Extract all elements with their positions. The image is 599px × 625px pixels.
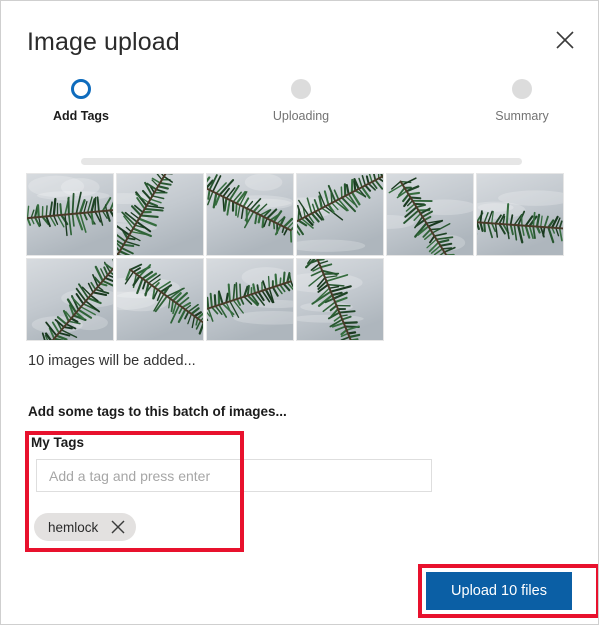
- image-thumbnail-grid: [26, 173, 571, 341]
- progress-stepper: Add Tags Uploading Summary: [1, 73, 598, 165]
- close-button[interactable]: [548, 23, 582, 57]
- stepper-step-uploading[interactable]: Uploading: [231, 73, 371, 123]
- images-count-text: 10 images will be added...: [28, 353, 196, 369]
- stepper-step-add-tags[interactable]: Add Tags: [11, 73, 151, 123]
- close-icon: [555, 30, 575, 50]
- image-thumbnail[interactable]: [476, 173, 564, 256]
- image-thumbnail[interactable]: [296, 173, 384, 256]
- tag-input[interactable]: [36, 459, 432, 492]
- image-thumbnail[interactable]: [386, 173, 474, 256]
- stepper-dot-uploading: [231, 73, 371, 105]
- image-thumbnail[interactable]: [116, 173, 204, 256]
- tags-field-label: My Tags: [31, 435, 85, 450]
- image-thumbnail[interactable]: [26, 258, 114, 341]
- image-thumbnail[interactable]: [206, 258, 294, 341]
- image-thumbnail[interactable]: [26, 173, 114, 256]
- stepper-track: [81, 158, 522, 165]
- page-title: Image upload: [27, 28, 180, 56]
- stepper-label-add-tags: Add Tags: [52, 109, 110, 123]
- stepper-dot-summary: [452, 73, 592, 105]
- tag-chip-remove-icon[interactable]: [108, 517, 128, 537]
- tag-chip-label: hemlock: [48, 519, 99, 535]
- upload-files-button[interactable]: Upload 10 files: [426, 572, 572, 610]
- tag-chip-hemlock[interactable]: hemlock: [34, 513, 137, 541]
- tags-prompt: Add some tags to this batch of images...: [28, 404, 287, 419]
- stepper-dot-add-tags: [11, 73, 151, 105]
- image-thumbnail[interactable]: [296, 258, 384, 341]
- stepper-label-uploading: Uploading: [272, 109, 330, 123]
- stepper-label-summary: Summary: [495, 109, 549, 123]
- image-upload-dialog: Image upload Add Tags Uploading Summary …: [0, 0, 599, 625]
- image-thumbnail[interactable]: [206, 173, 294, 256]
- image-thumbnail[interactable]: [116, 258, 204, 341]
- stepper-step-summary[interactable]: Summary: [452, 73, 592, 123]
